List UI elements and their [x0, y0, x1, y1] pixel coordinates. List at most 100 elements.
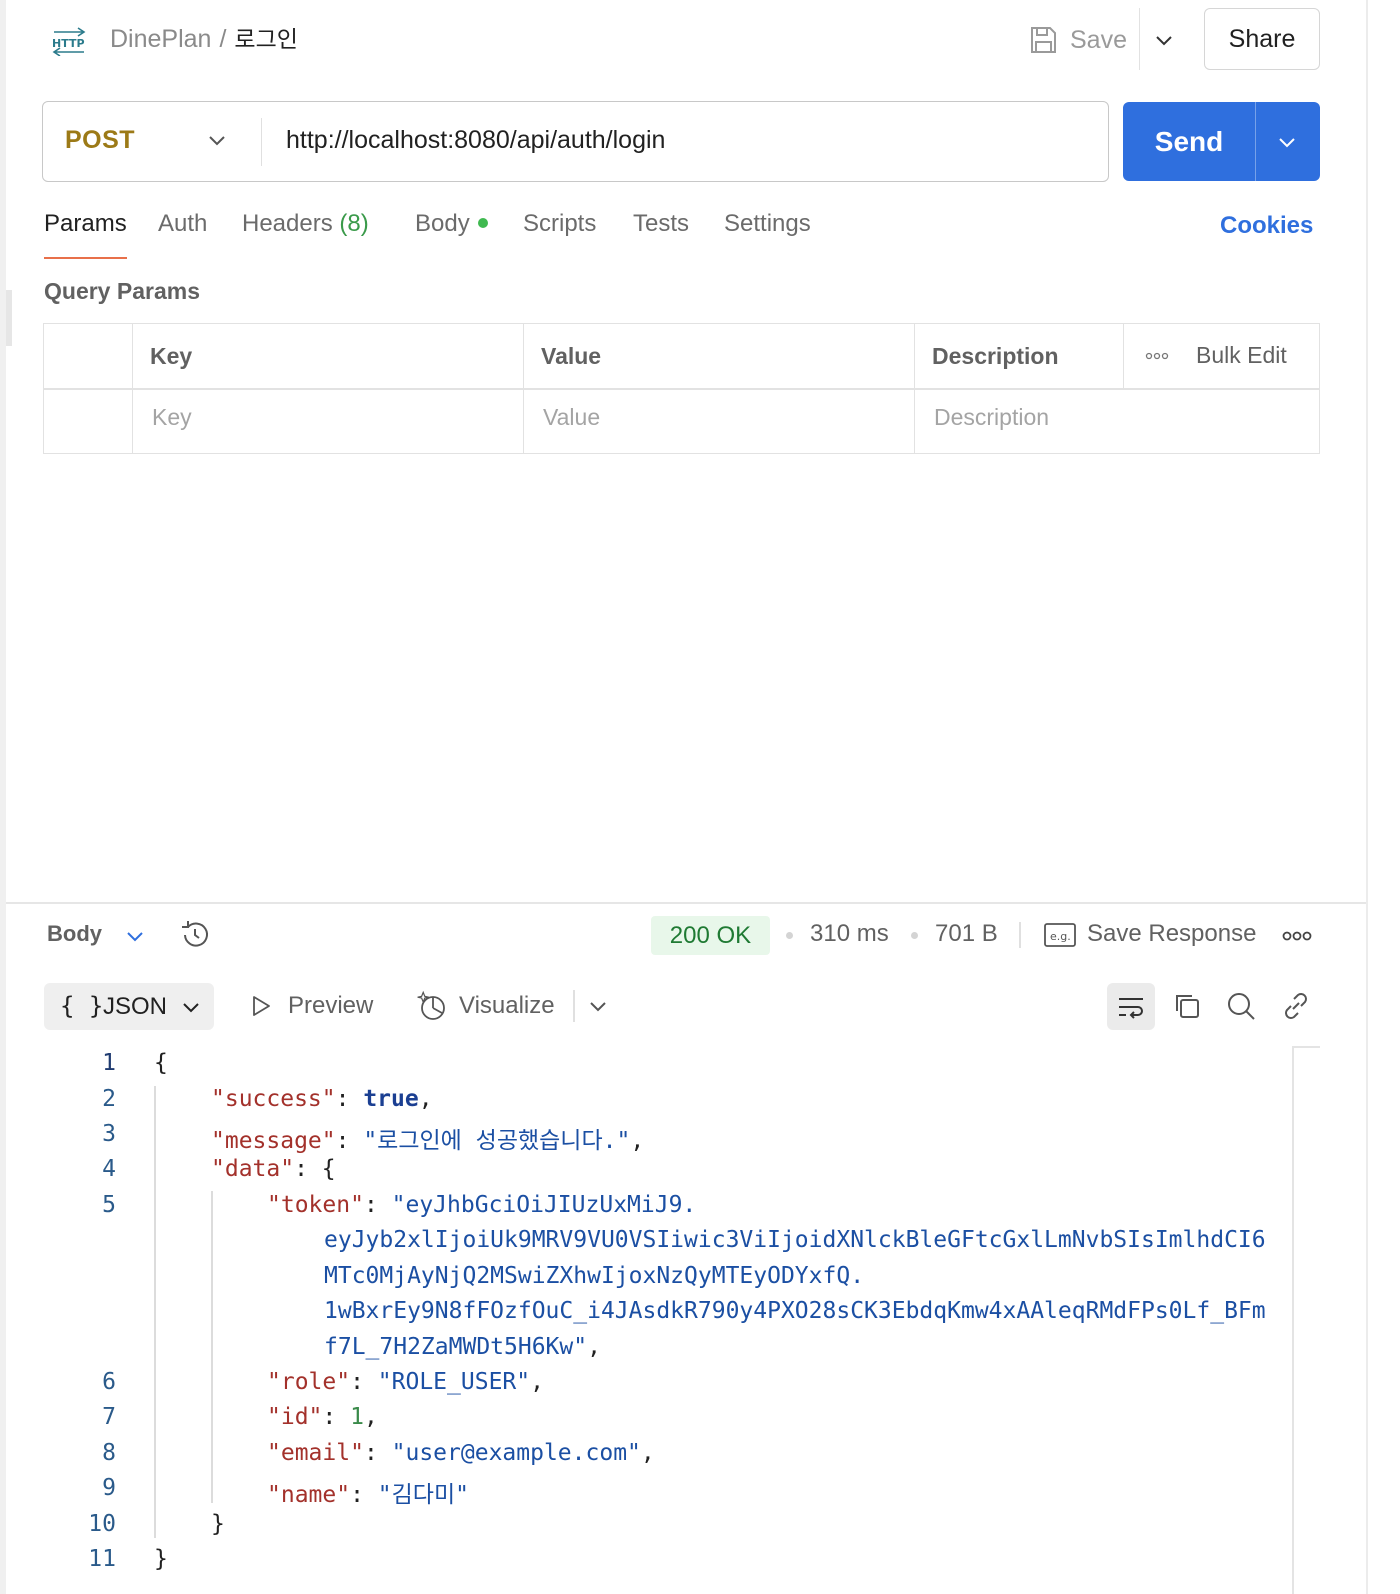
tab-headers[interactable]: Headers (8): [242, 210, 369, 238]
response-view-select[interactable]: Body: [47, 921, 102, 947]
body-indicator-dot: [477, 217, 488, 228]
code-line: "id": 1,: [267, 1404, 378, 1430]
method-chevron-down-icon[interactable]: [205, 128, 229, 152]
code-line: }: [154, 1546, 168, 1572]
share-button[interactable]: Share: [1204, 8, 1320, 70]
breadcrumb-separator: /: [219, 25, 227, 53]
play-icon[interactable]: [249, 994, 273, 1018]
tab-auth[interactable]: Auth: [158, 210, 207, 238]
line-number: 10: [88, 1511, 116, 1537]
save-button[interactable]: Save: [1026, 20, 1127, 60]
tab-params[interactable]: Params: [44, 210, 127, 238]
tab-body-label: Body: [415, 210, 470, 237]
format-label: JSON: [103, 993, 168, 1020]
send-divider: [1255, 102, 1256, 181]
json-value: "김다미": [377, 1482, 469, 1508]
method-select[interactable]: POST: [65, 126, 135, 155]
json-key: "email": [267, 1440, 364, 1466]
bulk-edit-button[interactable]: Bulk Edit: [1196, 342, 1287, 369]
save-options-chevron-icon[interactable]: [1151, 28, 1177, 54]
more-options-icon[interactable]: [1145, 351, 1169, 361]
api-client-window: HTTP DinePlan / 로그인 Save Share POST http:/…: [0, 0, 1368, 1594]
close-brace: }: [154, 1546, 168, 1572]
tab-body[interactable]: Body: [415, 210, 488, 238]
json-value: f7L_7H2ZaMWDt5H6Kw": [324, 1334, 588, 1360]
cookies-link[interactable]: Cookies: [1220, 212, 1313, 240]
open-brace: {: [154, 1050, 168, 1076]
wrap-lines-button[interactable]: [1107, 983, 1155, 1030]
response-size[interactable]: 701 B: [935, 920, 998, 948]
visualize-icon[interactable]: [416, 990, 448, 1022]
preview-button[interactable]: Preview: [288, 992, 373, 1020]
json-value: "user@example.com": [391, 1440, 641, 1466]
line-number: 4: [102, 1156, 116, 1182]
open-brace: {: [321, 1156, 336, 1182]
active-tab-indicator: [44, 257, 127, 259]
breadcrumb-request-name[interactable]: 로그인: [234, 27, 297, 53]
save-label: Save: [1070, 25, 1127, 54]
save-response-button[interactable]: Save Response: [1087, 920, 1256, 948]
line-number: 3: [102, 1121, 116, 1147]
code-line: "success": true,: [211, 1086, 433, 1112]
description-input[interactable]: Description: [934, 404, 1049, 431]
breadcrumb-collection[interactable]: DinePlan: [110, 25, 211, 53]
json-value: true: [363, 1086, 419, 1112]
http-request-icon: HTTP: [52, 27, 86, 56]
url-input[interactable]: http://localhost:8080/api/auth/login: [286, 126, 665, 155]
example-icon: e.g.: [1044, 923, 1076, 947]
code-line: "email": "user@example.com",: [267, 1440, 655, 1466]
history-icon[interactable]: [178, 918, 212, 952]
request-response-divider[interactable]: [6, 902, 1366, 904]
meta-dot: [786, 932, 793, 939]
status-badge[interactable]: 200 OK: [651, 916, 770, 955]
json-value: "로그인에 성공했습니다.": [363, 1128, 631, 1154]
code-line: "name": "김다미": [267, 1482, 469, 1508]
value-input[interactable]: Value: [543, 404, 600, 431]
response-time[interactable]: 310 ms: [810, 920, 889, 948]
json-braces-icon: { }: [60, 992, 104, 1020]
tab-settings[interactable]: Settings: [724, 210, 811, 238]
json-key: "message": [211, 1128, 336, 1154]
line-number: 1: [102, 1050, 116, 1076]
tab-tests[interactable]: Tests: [633, 210, 689, 238]
key-header: Key: [150, 343, 193, 369]
code-line: "role": "ROLE_USER",: [267, 1369, 544, 1395]
code-line: "token": "eyJhbGciOiJIUzUxMiJ9.: [267, 1192, 697, 1218]
table-row-divider: [44, 388, 1319, 390]
visualize-button[interactable]: Visualize: [459, 992, 555, 1020]
line-number: 9: [102, 1475, 116, 1501]
code-line: "message": "로그인에 성공했습니다.",: [211, 1128, 645, 1154]
code-line-wrapped: 1wBxrEy9N8fFOzfOuC_i4JAsdkR790y4PXO28sCK…: [324, 1298, 1266, 1324]
tab-headers-count: (8): [339, 210, 369, 237]
format-select[interactable]: { } JSON: [44, 983, 214, 1030]
json-value: "ROLE_USER": [377, 1369, 531, 1395]
response-view-chevron-icon[interactable]: [124, 925, 146, 947]
response-body-editor[interactable]: 1 2 3 4 5 6 7 8 9 10 11 { "success": tru…: [6, 1046, 1296, 1594]
more-options-icon[interactable]: [1282, 930, 1312, 942]
url-bar: POST http://localhost:8080/api/auth/logi…: [42, 101, 1109, 182]
code-line: }: [211, 1511, 225, 1537]
line-number: 8: [102, 1440, 116, 1466]
copy-icon[interactable]: [1171, 990, 1203, 1022]
send-button-group: Send: [1123, 102, 1320, 181]
visualize-chevron-down-icon[interactable]: [587, 995, 609, 1017]
code-line-wrapped: MTc0MjAyNjQ2MSwiZXhwIjoxNzQyMTEyODYxfQ.: [324, 1263, 865, 1289]
code-line-wrapped: eyJyb2xlIjoiUk9MRV9VU0VSIiwic3ViIjoidXNl…: [324, 1227, 1266, 1253]
query-params-table: Key Value Description Bulk Edit Key Valu…: [43, 323, 1320, 454]
search-icon[interactable]: [1225, 990, 1257, 1022]
breadcrumb: DinePlan / 로그인: [110, 22, 298, 57]
key-input[interactable]: Key: [152, 404, 192, 431]
json-value: "eyJhbGciOiJIUzUxMiJ9.: [391, 1192, 697, 1218]
line-number: 5: [102, 1192, 116, 1218]
tab-scripts[interactable]: Scripts: [523, 210, 596, 238]
send-button[interactable]: Send: [1123, 102, 1255, 181]
line-number: 11: [88, 1546, 116, 1572]
code-line: "data": {: [211, 1156, 336, 1182]
meta-divider: [1019, 922, 1021, 948]
link-icon[interactable]: [1280, 990, 1312, 1022]
send-options-chevron-icon[interactable]: [1275, 130, 1299, 154]
json-key: "data": [211, 1156, 295, 1182]
format-divider: [573, 990, 575, 1022]
json-key: "token": [267, 1192, 364, 1218]
description-header: Description: [932, 343, 1059, 369]
